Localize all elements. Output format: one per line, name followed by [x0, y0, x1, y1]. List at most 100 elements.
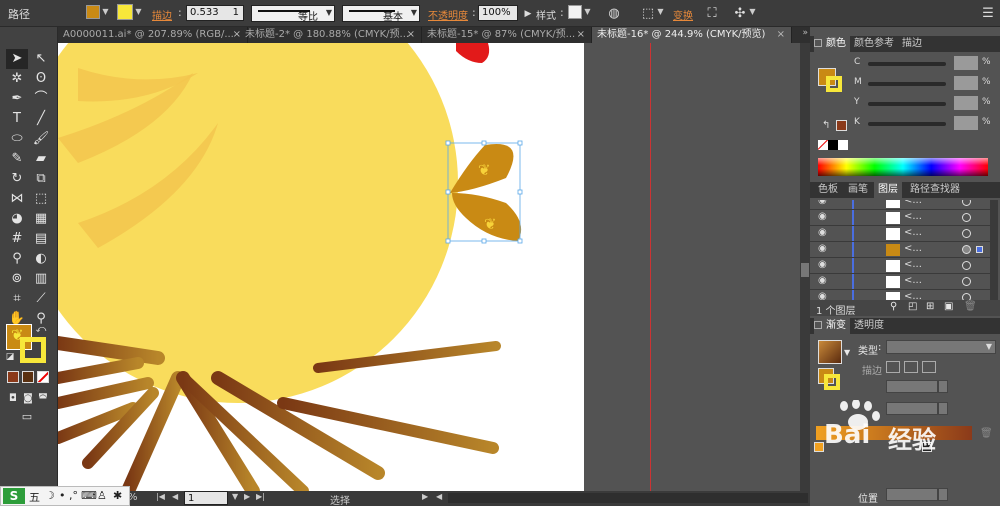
artboard-dropdown-arrow[interactable]: ▼	[232, 492, 238, 501]
none-color-swatch[interactable]	[818, 140, 828, 150]
canvas-vertical-scrollbar[interactable]	[800, 43, 810, 491]
gradient-preview-swatch[interactable]	[818, 340, 842, 364]
ime-settings-icon[interactable]: ✱	[113, 489, 122, 502]
style-dropdown-arrow[interactable]: ▼	[583, 5, 592, 19]
isolate-icon[interactable]: ⛶	[702, 5, 722, 23]
stroke-gradient-option-2[interactable]	[904, 361, 918, 373]
panel-menu-icon[interactable]: ☰	[978, 5, 998, 23]
selected-leaf-ornament[interactable]: ❦ ❦	[445, 140, 523, 244]
layer-row[interactable]: ◉ <...	[810, 226, 990, 242]
none-mode-button[interactable]	[37, 371, 49, 383]
black-slider[interactable]: K %	[854, 116, 994, 132]
visibility-eye-icon[interactable]: ◉	[818, 291, 827, 300]
first-artboard-button[interactable]: |◀	[156, 492, 165, 501]
visibility-eye-icon[interactable]: ◉	[818, 275, 827, 286]
slice-tool-icon[interactable]: ⟋	[30, 289, 52, 309]
target-circle-icon[interactable]	[962, 229, 971, 238]
layer-row[interactable]: ◉ <...	[810, 210, 990, 226]
screen-mode-icon[interactable]: ▭	[16, 407, 38, 427]
tab-transparency[interactable]: 透明度	[850, 318, 888, 334]
gradient-tool-icon[interactable]: ▤	[30, 229, 52, 249]
clipping-mask-icon[interactable]: ◰	[908, 301, 917, 312]
magenta-slider[interactable]: M %	[854, 76, 994, 92]
gradient-mode-button[interactable]	[22, 371, 34, 383]
blend-tool-icon[interactable]: ◐	[30, 249, 52, 269]
status-menu-arrow[interactable]: ▶	[422, 492, 428, 501]
tab-color-guide[interactable]: 颜色参考	[850, 36, 898, 52]
fill-dropdown-arrow[interactable]: ▼	[101, 5, 110, 19]
ime-wubi-label[interactable]: 五	[29, 489, 40, 505]
edit-options-icon[interactable]: ✣	[730, 5, 750, 23]
out-of-gamut-icon[interactable]: ↰	[822, 120, 830, 131]
canvas-horizontal-scrollbar[interactable]	[448, 493, 808, 503]
tab-brushes[interactable]: 画笔	[844, 182, 872, 198]
last-artboard-button[interactable]: ▶|	[256, 492, 265, 501]
next-artboard-button[interactable]: ▶	[244, 492, 250, 501]
color-mode-button[interactable]	[7, 371, 19, 383]
magic-wand-tool-icon[interactable]: ✲	[6, 69, 28, 89]
edit-dropdown-arrow[interactable]: ▼	[748, 5, 757, 19]
curvature-tool-icon[interactable]: ⌒	[30, 89, 52, 109]
yellow-value-field[interactable]	[954, 96, 978, 110]
lasso-tool-icon[interactable]: ʘ	[30, 69, 52, 89]
visibility-eye-icon[interactable]: ◉	[818, 243, 827, 254]
brush-profile-dropdown[interactable]: 基本 ▼	[342, 5, 420, 23]
stroke-gradient-option-3[interactable]	[922, 361, 936, 373]
graphic-style-swatch[interactable]	[568, 5, 582, 19]
default-fill-stroke-icon[interactable]: ◪	[4, 351, 16, 363]
visibility-eye-icon[interactable]: ◉	[818, 259, 827, 270]
gradient-angle-dropdown[interactable]	[938, 380, 948, 393]
ime-user-icon[interactable]: ♙	[97, 489, 107, 502]
new-layer-icon[interactable]: ▣	[944, 301, 953, 312]
panel-collapse-icon[interactable]	[814, 39, 822, 47]
layer-row[interactable]: ◉ <...	[810, 258, 990, 274]
scrollbar-thumb[interactable]	[801, 263, 809, 277]
tab-swatches[interactable]: 色板	[814, 182, 842, 198]
column-graph-tool-icon[interactable]: ▥	[30, 269, 52, 289]
fill-swatch[interactable]	[86, 5, 100, 19]
opacity-input[interactable]: 100%	[478, 5, 518, 21]
visibility-eye-icon[interactable]: ◉	[818, 211, 827, 222]
pen-tool-icon[interactable]: ✒	[6, 89, 28, 109]
eyedropper-tool-icon[interactable]: ⚲	[6, 249, 28, 269]
stroke-gradient-option-1[interactable]	[886, 361, 900, 373]
tab-document-4[interactable]: 未标题-16* @ 244.9% (CMYK/预览) ×	[592, 27, 792, 43]
color-stroke-icon[interactable]	[826, 76, 842, 92]
tab-document-1[interactable]: A0000011.ai* @ 207.89% (RGB/... ×	[58, 27, 248, 43]
close-icon[interactable]: ×	[577, 27, 585, 43]
prev-artboard-button[interactable]: ◀	[172, 492, 178, 501]
artboard[interactable]: ❦ ❦	[58, 43, 584, 491]
ime-moon-icon[interactable]: ☽	[45, 489, 55, 502]
align-dropdown-arrow[interactable]: ▼	[656, 5, 665, 19]
eraser-tool-icon[interactable]: ▰	[30, 149, 52, 169]
cyan-slider[interactable]: C %	[854, 56, 994, 72]
gradient-stroke-icon[interactable]	[824, 374, 840, 390]
stroke-profile-dropdown[interactable]: 等比 ▼	[251, 5, 335, 23]
stroke-dropdown-arrow[interactable]: ▼	[134, 5, 143, 19]
draw-normal-icon[interactable]: ◘	[6, 389, 20, 409]
black-value-field[interactable]	[954, 116, 978, 130]
close-icon[interactable]: ×	[777, 27, 785, 43]
symbol-sprayer-tool-icon[interactable]: ⊚	[6, 269, 28, 289]
scale-tool-icon[interactable]: ⧉	[30, 169, 52, 189]
chick-comb-shape[interactable]	[456, 43, 490, 63]
rotate-tool-icon[interactable]: ↻	[6, 169, 28, 189]
target-circle-icon[interactable]	[962, 293, 971, 300]
ime-dot-icon[interactable]: •	[59, 489, 66, 502]
ellipse-tool-icon[interactable]: ⬭	[6, 129, 28, 149]
delete-layer-icon[interactable]: 🗑	[964, 301, 977, 312]
transform-link[interactable]: 变换	[673, 7, 693, 22]
document-canvas[interactable]: ❦ ❦	[58, 43, 800, 491]
new-sublayer-icon[interactable]: ⊞	[926, 301, 934, 312]
selection-tool-icon[interactable]: ➤	[6, 49, 28, 69]
draw-inside-icon[interactable]: ◚	[36, 389, 50, 409]
line-tool-icon[interactable]: ╱	[30, 109, 52, 129]
stroke-swatch[interactable]	[117, 4, 133, 20]
yellow-slider[interactable]: Y %	[854, 96, 994, 112]
black-color-swatch[interactable]	[828, 140, 838, 150]
artboard-number-input[interactable]: 1	[184, 491, 228, 505]
ime-logo-icon[interactable]: S	[3, 488, 25, 504]
gradient-angle-field[interactable]	[886, 380, 938, 393]
width-tool-icon[interactable]: ⋈	[6, 189, 28, 209]
gradient-position-field[interactable]	[886, 488, 938, 501]
